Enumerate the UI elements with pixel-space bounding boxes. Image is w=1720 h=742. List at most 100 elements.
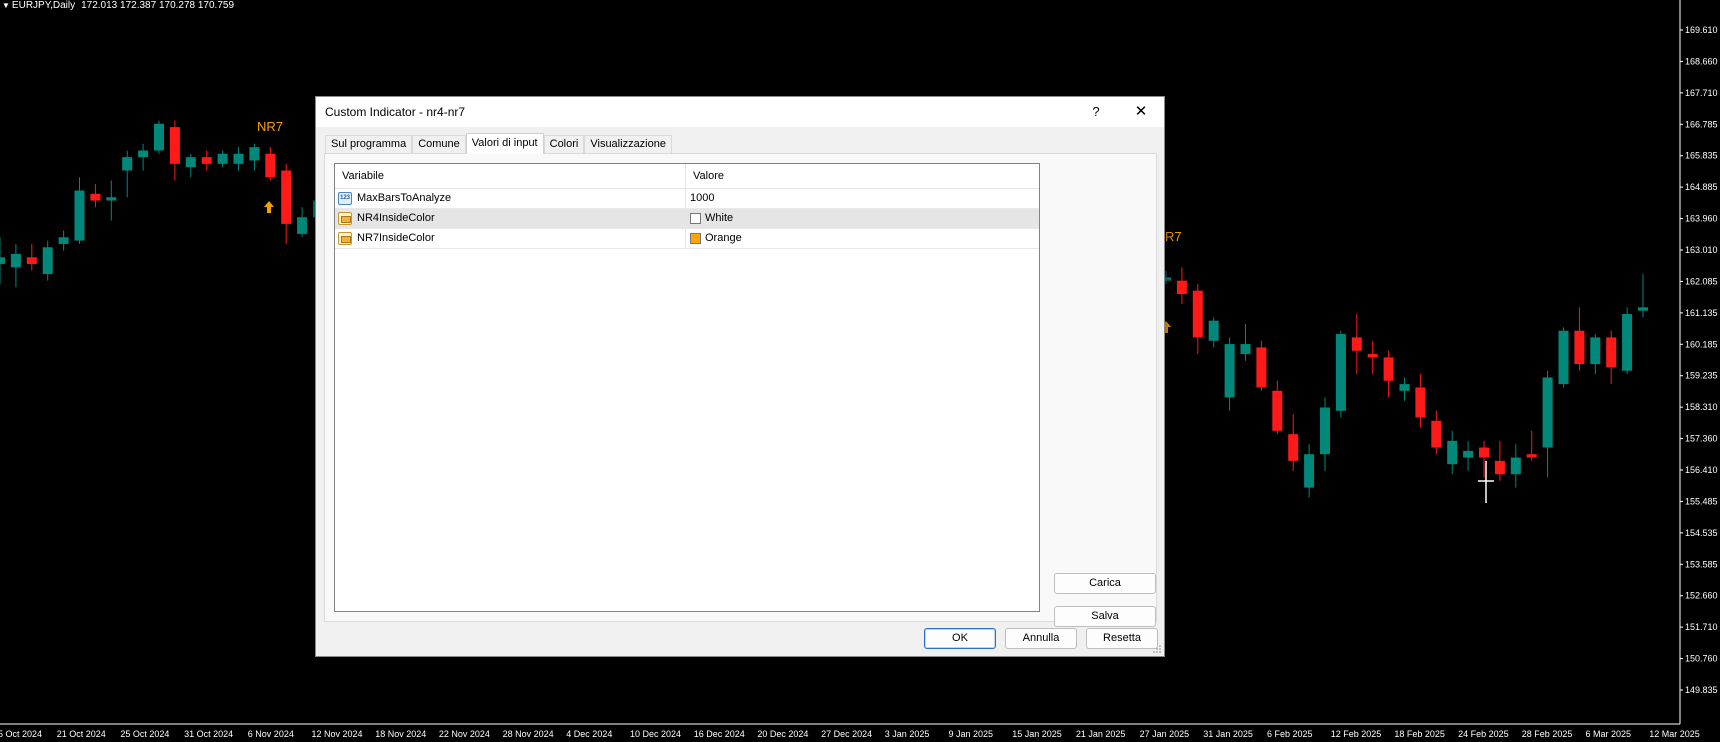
nr7-label-partial: R7: [1165, 229, 1182, 244]
table-row[interactable]: NR4InsideColor White: [335, 209, 1039, 229]
candle-body: [265, 153, 276, 178]
help-button[interactable]: ?: [1084, 101, 1108, 123]
date-tick-label: 12 Nov 2024: [312, 729, 363, 739]
candle-body: [1288, 434, 1299, 461]
price-tick-label: 163.960: [1685, 214, 1718, 224]
tab-colori[interactable]: Colori: [543, 135, 585, 154]
chart-header: ▼ EURJPY,Daily 172.013 172.387 170.278 170…: [2, 0, 234, 12]
price-tick-label: 151.710: [1685, 622, 1718, 632]
price-tick-label: 154.535: [1685, 528, 1718, 538]
inputs-table: Variabile Valore 123 MaxBarsToAnalyze 10…: [334, 163, 1040, 612]
value-cell[interactable]: White: [686, 209, 1039, 228]
candle-body: [1431, 420, 1442, 448]
reset-button[interactable]: Resetta: [1086, 628, 1158, 649]
price-axis: 169.610 168.660 167.710 166.785 165.835 164.8…: [1679, 0, 1718, 724]
price-tick-label: 155.485: [1685, 496, 1718, 506]
candle-body: [1590, 337, 1601, 365]
candle-body: [122, 157, 133, 171]
date-tick-label: 6 Feb 2025: [1267, 729, 1313, 739]
variable-name: NR7InsideColor: [357, 232, 435, 244]
load-button[interactable]: Carica: [1054, 573, 1156, 594]
tab-visualizzazione[interactable]: Visualizzazione: [584, 135, 672, 154]
integer-type-icon: 123: [338, 192, 352, 205]
chart-menu-triangle-icon[interactable]: ▼: [2, 0, 10, 11]
price-tick-label: 169.610: [1685, 25, 1718, 35]
table-row[interactable]: NR7InsideColor Orange: [335, 229, 1039, 249]
dialog-titlebar[interactable]: Custom Indicator - nr4-nr7 ? ✕: [316, 97, 1164, 127]
custom-indicator-dialog: Custom Indicator - nr4-nr7 ? ✕ Sul progr…: [315, 96, 1165, 657]
candle-body: [1479, 447, 1489, 458]
color-swatch: [690, 233, 701, 244]
variable-cell: 123 MaxBarsToAnalyze: [335, 189, 686, 208]
column-header-value[interactable]: Valore: [686, 164, 1039, 188]
dialog-tabs: Sul programma Comune Valori di input Col…: [325, 133, 672, 154]
save-button[interactable]: Salva: [1054, 606, 1156, 627]
price-tick-label: 160.185: [1685, 339, 1718, 349]
date-tick-label: 31 Oct 2024: [184, 729, 233, 739]
candle-body: [1526, 454, 1537, 458]
candle-body: [169, 127, 180, 164]
tab-comune[interactable]: Comune: [412, 135, 466, 154]
candle-body: [1367, 354, 1378, 358]
candle-body: [185, 157, 196, 168]
candle-body: [217, 153, 228, 164]
nr-arrow-up-icon: [264, 201, 274, 213]
ok-button[interactable]: OK: [924, 628, 996, 649]
tab-sul-programma[interactable]: Sul programma: [325, 135, 413, 154]
candle-body: [138, 150, 149, 158]
date-tick-label: 21 Oct 2024: [57, 729, 106, 739]
date-tick-label: 20 Dec 2024: [757, 729, 808, 739]
candle-body: [1208, 320, 1219, 341]
chart-symbol: EURJPY,Daily: [11, 0, 76, 11]
date-tick-label: 15 Oct 2024: [0, 729, 42, 739]
close-button[interactable]: ✕: [1126, 101, 1156, 123]
nr7-label: NR7: [257, 119, 283, 134]
value-cell[interactable]: 1000: [686, 189, 1039, 208]
input-values-panel: Variabile Valore 123 MaxBarsToAnalyze 10…: [324, 153, 1157, 627]
price-tick-label: 163.010: [1685, 245, 1718, 255]
candle-body: [1304, 454, 1315, 488]
candle-body: [74, 190, 85, 241]
price-tick-label: 156.410: [1685, 465, 1718, 475]
price-tick-label: 157.360: [1685, 434, 1718, 444]
variable-cell: NR4InsideColor: [335, 209, 686, 228]
variable-cell: NR7InsideColor: [335, 229, 686, 248]
date-tick-label: 3 Jan 2025: [885, 729, 930, 739]
candle-body: [154, 123, 164, 151]
date-tick-label: 6 Mar 2025: [1586, 729, 1632, 739]
cancel-button[interactable]: Annulla: [1005, 628, 1077, 649]
date-tick-label: 12 Feb 2025: [1331, 729, 1382, 739]
price-tick-label: 162.085: [1685, 276, 1718, 286]
date-tick-label: 25 Oct 2024: [120, 729, 169, 739]
candle-body: [0, 257, 5, 264]
table-header: Variabile Valore: [335, 164, 1039, 189]
resize-grip-icon[interactable]: [1152, 644, 1162, 654]
candle-body: [1638, 307, 1648, 311]
tab-valori-di-input[interactable]: Valori di input: [465, 133, 544, 154]
candle-body: [297, 217, 308, 234]
value-cell[interactable]: Orange: [686, 229, 1039, 248]
candle-body: [1558, 330, 1569, 385]
candle-body: [1351, 337, 1362, 351]
candle-body: [1192, 290, 1203, 338]
candle-body: [106, 197, 117, 201]
candle-body: [1399, 384, 1410, 391]
date-tick-label: 27 Jan 2025: [1140, 729, 1190, 739]
date-tick-label: 18 Nov 2024: [375, 729, 426, 739]
candle-body: [201, 157, 212, 164]
crosshair-cursor-icon: [1478, 461, 1494, 503]
candle-body: [1224, 344, 1235, 398]
candle-body: [233, 153, 244, 164]
candle-body: [26, 257, 37, 264]
candle-body: [58, 237, 69, 244]
date-tick-label: 10 Dec 2024: [630, 729, 681, 739]
value-text: White: [705, 212, 734, 224]
price-tick-label: 150.760: [1685, 654, 1718, 664]
table-row[interactable]: 123 MaxBarsToAnalyze 1000: [335, 189, 1039, 209]
value-text: 1000: [690, 192, 715, 204]
variable-name: MaxBarsToAnalyze: [357, 192, 452, 204]
date-tick-label: 6 Nov 2024: [248, 729, 294, 739]
candle-body: [1574, 330, 1585, 365]
column-header-variable[interactable]: Variabile: [335, 164, 686, 188]
date-tick-label: 24 Feb 2025: [1458, 729, 1509, 739]
